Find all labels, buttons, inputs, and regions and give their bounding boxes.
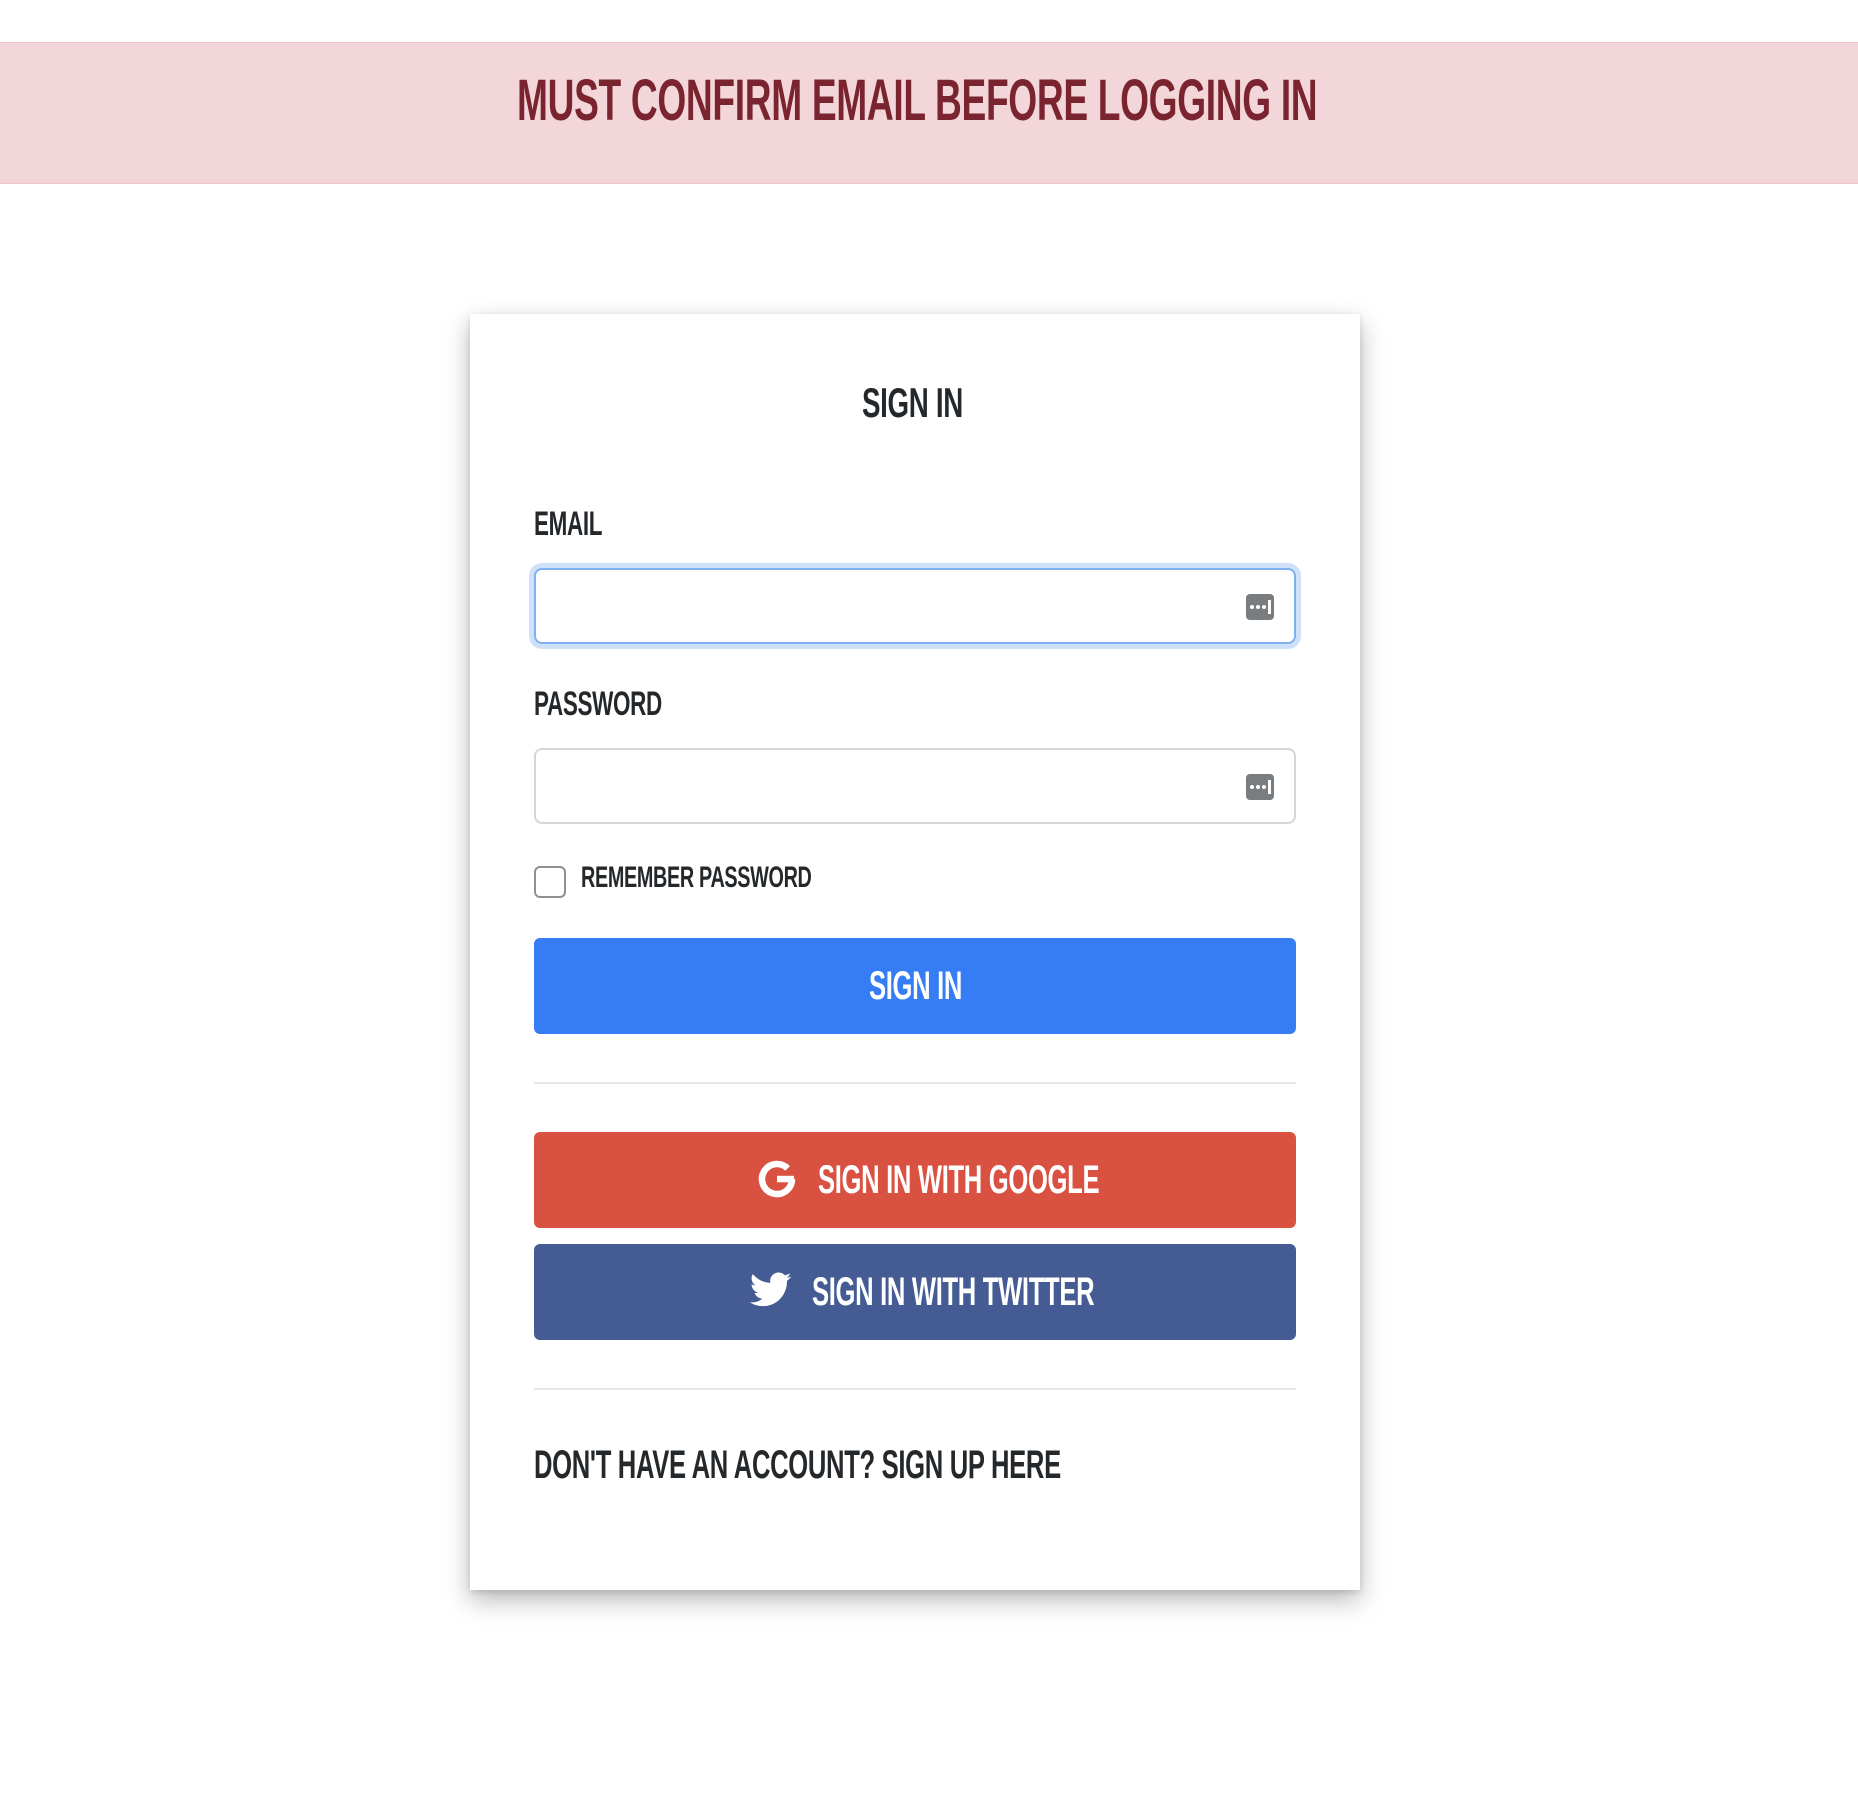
google-icon bbox=[758, 1160, 796, 1198]
email-input[interactable] bbox=[534, 568, 1296, 644]
sign-in-button-label: SIGN IN bbox=[869, 964, 963, 1008]
twitter-signin-label: SIGN IN WITH TWITTER bbox=[812, 1270, 1095, 1314]
signup-link[interactable]: DON'T HAVE AN ACCOUNT? SIGN UP HERE bbox=[534, 1440, 1061, 1490]
email-label: EMAIL bbox=[534, 505, 603, 543]
password-input[interactable] bbox=[534, 748, 1296, 824]
card-title: SIGN IN bbox=[862, 379, 963, 426]
divider bbox=[534, 1388, 1296, 1390]
remember-password-checkbox[interactable] bbox=[534, 866, 566, 898]
password-label: PASSWORD bbox=[534, 685, 662, 723]
remember-password-label[interactable]: REMEMBER PASSWORD bbox=[581, 860, 812, 896]
alert-message: MUST CONFIRM EMAIL BEFORE LOGGING IN bbox=[517, 68, 1318, 133]
sign-in-button[interactable]: SIGN IN bbox=[534, 938, 1296, 1034]
password-manager-icon[interactable] bbox=[1246, 774, 1274, 800]
google-signin-button[interactable]: SIGN IN WITH GOOGLE bbox=[534, 1132, 1296, 1228]
divider bbox=[534, 1082, 1296, 1084]
twitter-signin-button[interactable]: SIGN IN WITH TWITTER bbox=[534, 1244, 1296, 1340]
twitter-bird-icon bbox=[750, 1272, 792, 1307]
password-manager-icon[interactable] bbox=[1246, 594, 1274, 620]
google-signin-label: SIGN IN WITH GOOGLE bbox=[818, 1158, 1100, 1202]
